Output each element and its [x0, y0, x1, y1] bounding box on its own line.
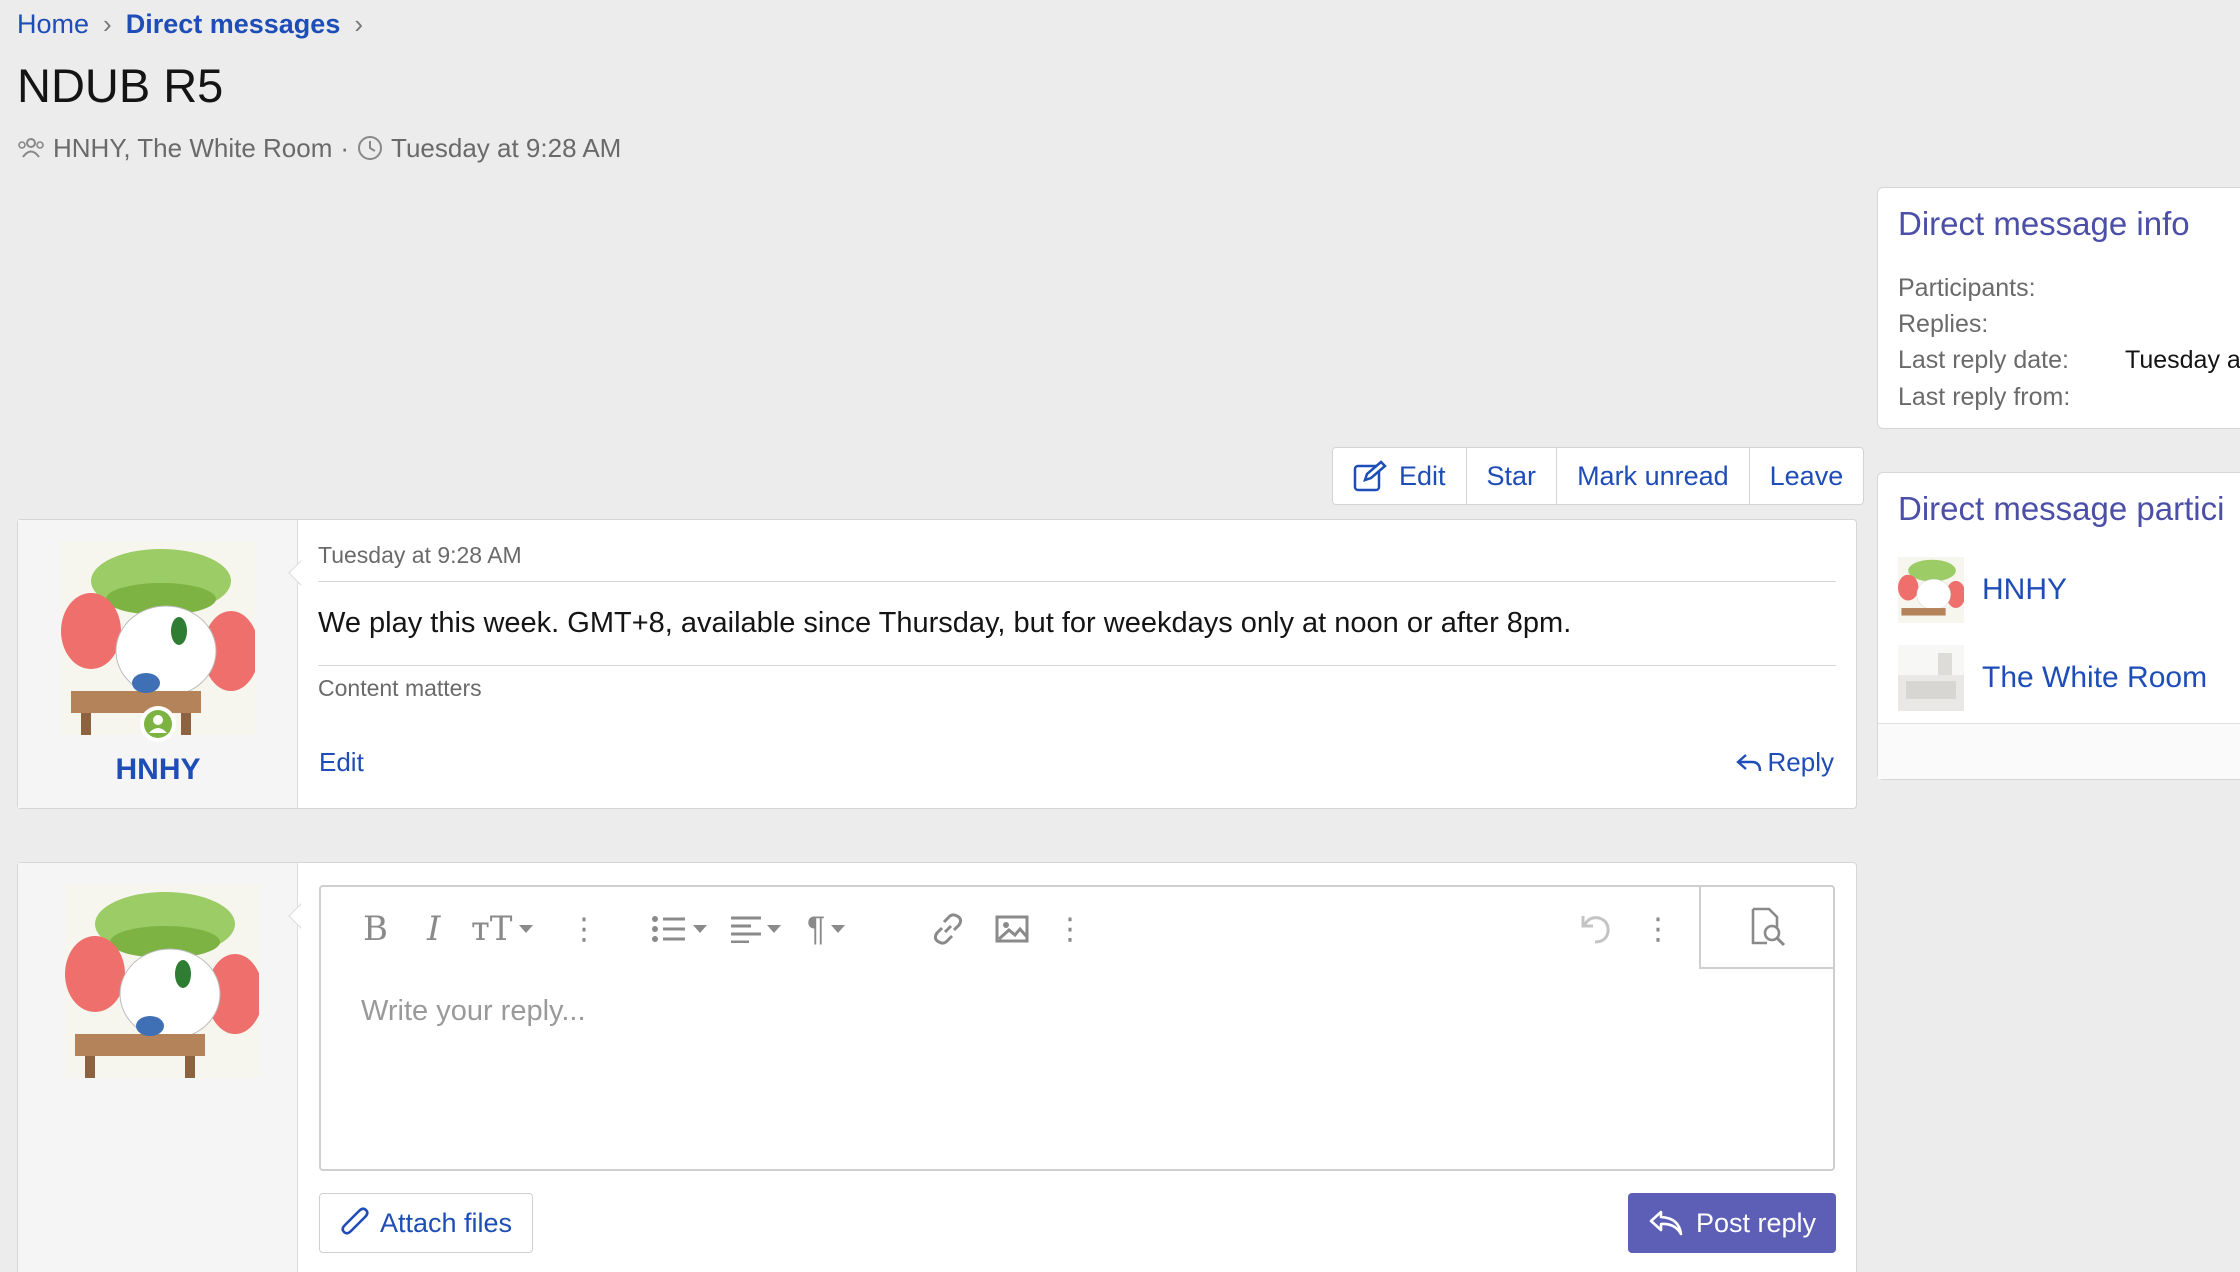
message-card: HNHY Tuesday at 9:28 AM We play this wee… — [17, 519, 1857, 809]
undo-icon[interactable] — [1577, 909, 1613, 949]
preview-button[interactable] — [1699, 887, 1833, 969]
message-edit-link[interactable]: Edit — [319, 747, 364, 778]
more-vertical-icon[interactable]: ⋮ — [1055, 909, 1085, 949]
thread-date[interactable]: Tuesday at 9:28 AM — [391, 131, 621, 165]
attach-files-button[interactable]: Attach files — [319, 1193, 533, 1253]
preview-icon — [1751, 907, 1786, 947]
clock-icon — [358, 136, 383, 160]
breadcrumb-direct-messages[interactable]: Direct messages — [126, 6, 341, 42]
avatar[interactable] — [1898, 645, 1964, 711]
reply-icon — [1649, 1210, 1683, 1236]
last-reply-from-label: Last reply from: — [1898, 383, 2071, 411]
text-size-icon[interactable]: тT — [471, 909, 533, 949]
more-vertical-icon[interactable]: ⋮ — [1643, 909, 1673, 949]
message-date[interactable]: Tuesday at 9:28 AM — [318, 542, 522, 569]
avatar — [65, 884, 259, 1078]
reply-editor[interactable]: B I тT ⋮ ¶ ⋮ ⋮ Write your reply... — [319, 885, 1835, 1171]
page-title: NDUB R5 — [17, 59, 224, 112]
message-reply-link[interactable]: Reply — [1735, 747, 1834, 778]
chevron-right-icon: › — [354, 9, 364, 39]
dm-participants-block: Direct message partici HNHY The White Ro… — [1877, 472, 2240, 780]
post-reply-button[interactable]: Post reply — [1628, 1193, 1836, 1253]
thread-meta: HNHY, The White Room · Tuesday at 9:28 A… — [17, 131, 621, 165]
thread-actions: Edit Star Mark unread Leave — [1332, 447, 1865, 505]
list-icon[interactable] — [651, 909, 707, 949]
image-icon[interactable] — [995, 909, 1029, 949]
more-vertical-icon[interactable]: ⋮ — [569, 909, 599, 949]
dm-participants-title: Direct message partici — [1898, 490, 2225, 527]
italic-icon[interactable]: I — [427, 909, 440, 949]
participants-footer — [1878, 723, 2240, 779]
link-icon[interactable] — [931, 909, 965, 949]
breadcrumb-home[interactable]: Home — [17, 6, 89, 42]
online-status-badge — [140, 706, 176, 742]
replies-label: Replies: — [1898, 310, 1989, 338]
last-reply-date-label: Last reply date: — [1898, 346, 2069, 374]
dm-info-block: Direct message info Participants: Replie… — [1877, 187, 2240, 429]
reply-card: B I тT ⋮ ¶ ⋮ ⋮ Write your reply... Attac… — [17, 862, 1857, 1272]
editor-toolbar: B I тT ⋮ ¶ ⋮ ⋮ — [321, 887, 1833, 969]
bold-icon[interactable]: B — [363, 909, 388, 949]
participant-name[interactable]: HNHY — [1982, 573, 2067, 607]
paperclip-icon — [341, 1207, 369, 1235]
star-button[interactable]: Star — [1467, 448, 1558, 504]
participant-name[interactable]: The White Room — [1982, 661, 2207, 695]
message-text: We play this week. GMT+8, available sinc… — [318, 607, 1572, 639]
last-reply-date-value[interactable]: Tuesday a — [2125, 346, 2240, 375]
dm-info-title: Direct message info — [1898, 205, 2190, 242]
message-body: Tuesday at 9:28 AM We play this week. GM… — [318, 520, 1836, 808]
avatar[interactable] — [1898, 557, 1964, 623]
participant-item[interactable]: HNHY — [1898, 557, 2067, 623]
reply-input-placeholder[interactable]: Write your reply... — [361, 995, 586, 1028]
chevron-right-icon: › — [103, 9, 112, 39]
reply-user-cell — [18, 863, 298, 1272]
edit-button[interactable]: Edit — [1333, 448, 1467, 504]
participant-item[interactable]: The White Room — [1898, 645, 2207, 711]
divider — [318, 665, 1836, 666]
breadcrumb: Home › Direct messages › — [17, 6, 377, 42]
users-icon — [18, 138, 44, 158]
divider — [318, 581, 1836, 582]
mark-unread-button[interactable]: Mark unread — [1557, 448, 1750, 504]
edit-icon — [1353, 460, 1387, 492]
user-online-icon — [144, 710, 172, 738]
align-icon[interactable] — [731, 909, 781, 949]
reply-icon — [1735, 753, 1761, 771]
participants-line: HNHY, The White Room — [53, 133, 333, 163]
paragraph-icon[interactable]: ¶ — [807, 909, 846, 949]
message-user-cell: HNHY — [18, 520, 298, 808]
message-author[interactable]: HNHY — [18, 753, 298, 787]
leave-button[interactable]: Leave — [1750, 448, 1864, 504]
participants-label: Participants: — [1898, 274, 2036, 302]
message-signature: Content matters — [318, 675, 482, 701]
